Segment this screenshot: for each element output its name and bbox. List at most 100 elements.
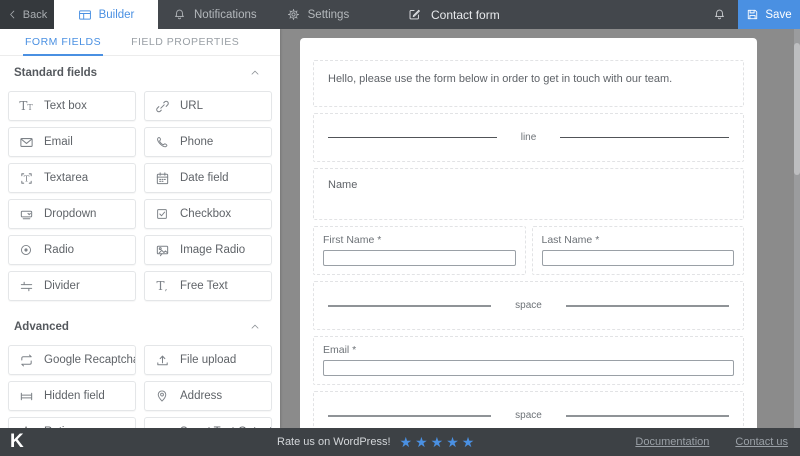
form-block-divider-space[interactable]: space xyxy=(313,281,744,330)
field-button-label: Google Recaptcha xyxy=(44,354,136,366)
field-input[interactable] xyxy=(323,360,734,376)
field-button-dropdown[interactable]: Dropdown xyxy=(8,199,136,229)
star-icon[interactable]: ★ xyxy=(400,435,413,449)
date-field-icon xyxy=(154,171,170,186)
divider-line xyxy=(328,305,491,307)
rate-group: Rate us on WordPress! ★★★★★ xyxy=(277,435,474,449)
section-title: Advanced xyxy=(14,321,69,333)
rating-stars[interactable]: ★★★★★ xyxy=(400,435,475,449)
tab-notifications[interactable]: Notifications xyxy=(158,0,272,29)
field-button-file-upload[interactable]: File upload xyxy=(144,345,272,375)
star-icon[interactable]: ★ xyxy=(431,435,444,449)
tab-settings[interactable]: Settings xyxy=(272,0,365,29)
back-label: Back xyxy=(23,9,47,21)
field-button-label: URL xyxy=(180,100,203,112)
checkbox-icon xyxy=(154,207,170,221)
field-button-text-box[interactable]: TTText box xyxy=(8,91,136,121)
form-blocks: Hello, please use the form below in orde… xyxy=(313,60,744,428)
field-button-hidden-field[interactable]: Hidden field xyxy=(8,381,136,411)
builder-label: Builder xyxy=(99,9,135,21)
field-button-address[interactable]: Address xyxy=(144,381,272,411)
svg-text:T: T xyxy=(23,173,29,183)
field-button-divider[interactable]: Divider xyxy=(8,271,136,301)
recaptcha-icon xyxy=(18,353,34,368)
footer-link-contact-us[interactable]: Contact us xyxy=(735,436,788,448)
image-radio-icon xyxy=(154,243,170,258)
footer-bar: K Rate us on WordPress! ★★★★★ Documentat… xyxy=(0,428,800,456)
tab-field-properties[interactable]: FIELD PROPERTIES xyxy=(131,29,239,55)
form-block-field-first-name[interactable]: First Name * xyxy=(313,226,526,275)
divider-label: line xyxy=(521,132,537,143)
divider-line xyxy=(328,137,497,138)
divider-line xyxy=(328,415,491,417)
section-title: Standard fields xyxy=(14,67,97,79)
notifications-bell-button[interactable] xyxy=(700,0,738,29)
gear-icon xyxy=(287,8,300,21)
field-label: First Name * xyxy=(323,234,516,246)
edit-icon[interactable] xyxy=(408,8,421,21)
form-block-field-email[interactable]: Email * xyxy=(313,336,744,385)
form-block-html-text[interactable]: Hello, please use the form below in orde… xyxy=(313,60,744,107)
field-button-phone[interactable]: Phone xyxy=(144,127,272,157)
section-header-standard-fields[interactable]: Standard fields xyxy=(0,56,280,90)
back-button[interactable]: Back xyxy=(0,0,54,29)
top-bar: Back Builder Notifications Settings Cont… xyxy=(0,0,800,29)
field-button-label: Free Text xyxy=(180,280,228,292)
field-button-label: Email xyxy=(44,136,73,148)
form-block-field-last-name[interactable]: Last Name * xyxy=(532,226,745,275)
field-input[interactable] xyxy=(323,250,516,266)
form-block-label-name[interactable]: Name xyxy=(313,168,744,220)
bell-icon xyxy=(173,8,186,21)
url-icon xyxy=(154,99,170,114)
textarea-icon: T xyxy=(18,171,34,186)
tab-form-fields[interactable]: FORM FIELDS xyxy=(25,29,101,55)
field-button-google-recaptcha[interactable]: Google Recaptcha xyxy=(8,345,136,375)
kali-forms-logo: K xyxy=(10,431,24,453)
field-button-textarea[interactable]: T Textarea xyxy=(8,163,136,193)
preview-scrollbar-thumb[interactable] xyxy=(794,43,800,175)
field-button-label: Textarea xyxy=(44,172,88,184)
address-icon xyxy=(154,389,170,403)
field-button-label: Address xyxy=(180,390,222,402)
field-input[interactable] xyxy=(542,250,735,266)
section-header-advanced[interactable]: Advanced xyxy=(0,310,280,344)
field-button-url[interactable]: URL xyxy=(144,91,272,121)
fields-grid-standard-fields: TTText box URL Email Phone T Textarea Date fie… xyxy=(0,90,280,310)
form-block-row: First Name * Last Name * xyxy=(313,226,744,275)
rate-text: Rate us on WordPress! xyxy=(277,436,391,448)
footer-link-documentation[interactable]: Documentation xyxy=(635,436,709,448)
field-button-radio[interactable]: Radio xyxy=(8,235,136,265)
field-button-label: Checkbox xyxy=(180,208,231,220)
field-button-label: Dropdown xyxy=(44,208,96,220)
file-upload-icon xyxy=(154,353,170,368)
chevron-left-icon xyxy=(7,9,18,20)
divider-icon xyxy=(18,279,34,294)
field-button-email[interactable]: Email xyxy=(8,127,136,157)
star-icon[interactable]: ★ xyxy=(446,435,459,449)
field-button-rating[interactable]: ★Rating xyxy=(8,417,136,428)
field-sections: Standard fieldsTTText boxURLEmailPhoneTT… xyxy=(0,56,280,428)
field-button-label: Date field xyxy=(180,172,229,184)
form-preview-card: Hello, please use the form below in orde… xyxy=(300,38,757,428)
field-label: Last Name * xyxy=(542,234,735,246)
field-button-checkbox[interactable]: Checkbox xyxy=(144,199,272,229)
divider-line xyxy=(560,137,729,138)
star-icon[interactable]: ★ xyxy=(415,435,428,449)
field-button-free-text[interactable]: T,Free Text xyxy=(144,271,272,301)
divider-label: space xyxy=(515,410,542,421)
field-button-smart-text-output[interactable]: ·T·Smart Text Output xyxy=(144,417,272,428)
form-block-divider-line[interactable]: line xyxy=(313,113,744,162)
notifications-label: Notifications xyxy=(194,9,257,21)
field-button-date-field[interactable]: Date field xyxy=(144,163,272,193)
form-block-divider-space[interactable]: space xyxy=(313,391,744,428)
field-button-image-radio[interactable]: Image Radio xyxy=(144,235,272,265)
field-button-label: Radio xyxy=(44,244,74,256)
star-icon[interactable]: ★ xyxy=(462,435,475,449)
tab-builder[interactable]: Builder xyxy=(54,0,158,29)
field-button-label: Text box xyxy=(44,100,87,112)
save-button[interactable]: Save xyxy=(738,0,800,29)
form-preview-area: Hello, please use the form below in orde… xyxy=(280,29,800,428)
form-title: Contact form xyxy=(431,8,500,22)
chevron-up-icon xyxy=(249,67,261,79)
footer-links: Documentation Contact us xyxy=(635,436,788,448)
